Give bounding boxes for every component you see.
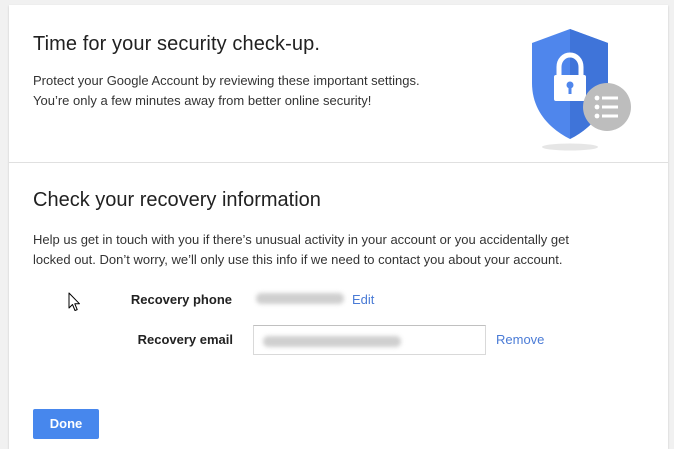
recovery-section-description: Help us get in touch with you if there’s… <box>33 230 633 270</box>
header-description: Protect your Google Account by reviewing… <box>33 71 493 111</box>
remove-recovery-email-link[interactable]: Remove <box>496 332 544 347</box>
shield-shadow <box>542 143 598 151</box>
recovery-section-title: Check your recovery information <box>33 189 321 211</box>
recovery-email-field[interactable] <box>253 325 486 355</box>
mouse-pointer-icon <box>68 292 80 311</box>
recovery-email-label: Recovery email <box>137 332 233 347</box>
lock-keyhole-stem <box>568 85 572 94</box>
security-checkup-card: Time for your security check-up. Protect… <box>9 5 668 449</box>
recovery-description-line-1: Help us get in touch with you if there’s… <box>33 232 569 247</box>
page-title: Time for your security check-up. <box>33 33 320 55</box>
done-button[interactable]: Done <box>33 409 99 439</box>
security-shield-icon <box>532 29 631 151</box>
recovery-phone-label: Recovery phone <box>130 292 232 307</box>
recovery-description-line-2: locked out. Don’t worry, we’ll only use … <box>33 252 563 267</box>
recovery-email-value-redacted <box>263 336 401 347</box>
recovery-phone-value-redacted <box>256 293 344 304</box>
edit-recovery-phone-link[interactable]: Edit <box>352 292 374 307</box>
header-description-line-2: You’re only a few minutes away from bett… <box>33 93 372 108</box>
security-checkup-header: Time for your security check-up. Protect… <box>9 5 668 163</box>
header-description-line-1: Protect your Google Account by reviewing… <box>33 73 420 88</box>
